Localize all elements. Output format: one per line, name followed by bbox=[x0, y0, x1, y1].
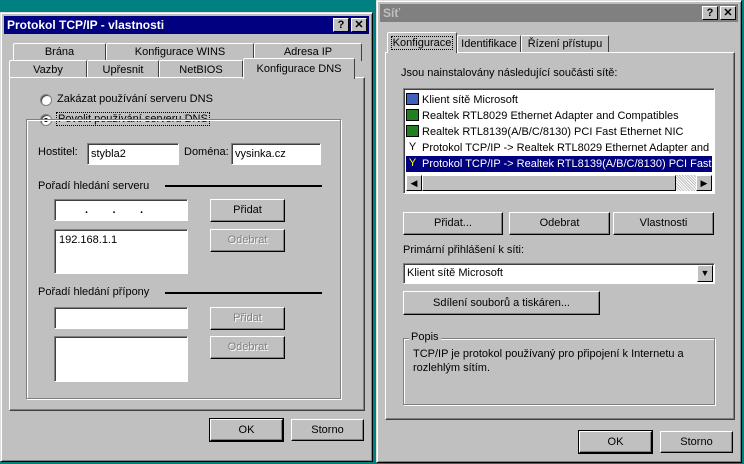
add-server-button[interactable]: Přidat bbox=[210, 199, 285, 222]
radio-disable-dns[interactable] bbox=[40, 94, 52, 106]
server-order-divider bbox=[165, 185, 322, 187]
network-dialog: Síť ? ✕ Identifikace Řízení přístupu Kon… bbox=[376, 0, 742, 463]
list-item[interactable]: Y Protokol TCP/IP -> Realtek RTL8029 Ethe… bbox=[406, 140, 712, 156]
chevron-down-icon[interactable]: ▼ bbox=[697, 265, 713, 282]
title-bar[interactable]: Protokol TCP/IP - vlastnosti ? ✕ bbox=[4, 16, 369, 34]
host-input[interactable]: stybla2 bbox=[87, 143, 179, 165]
primary-login-select[interactable]: Klient sítě Microsoft ▼ bbox=[403, 263, 715, 284]
server-order-label: Pořadí hledání serveru bbox=[38, 180, 150, 192]
add-suffix-button[interactable]: Přidat bbox=[210, 307, 285, 330]
ok-button[interactable]: OK bbox=[209, 418, 284, 442]
host-label: Hostitel: bbox=[38, 146, 78, 158]
tab-identifikace[interactable]: Identifikace bbox=[457, 35, 521, 53]
suffix-order-label: Pořadí hledání přípony bbox=[38, 286, 150, 298]
list-item[interactable]: Klient sítě Microsoft bbox=[406, 92, 712, 108]
adapter-icon bbox=[406, 109, 419, 122]
description-title: Popis bbox=[409, 331, 441, 343]
ok-button[interactable]: OK bbox=[578, 430, 653, 454]
tab-dns[interactable]: Konfigurace DNS bbox=[243, 58, 355, 79]
scroll-left-button[interactable]: ◀ bbox=[406, 175, 422, 191]
remove-server-button[interactable]: Odebrat bbox=[210, 229, 285, 252]
scroll-right-button[interactable]: ▶ bbox=[696, 175, 712, 191]
dns-server-ip-input[interactable]: . . . bbox=[54, 199, 188, 221]
file-printer-sharing-button[interactable]: Sdílení souborů a tiskáren... bbox=[403, 291, 600, 315]
properties-button[interactable]: Vlastnosti bbox=[613, 212, 714, 235]
close-button[interactable]: ✕ bbox=[720, 6, 736, 20]
list-item[interactable]: 192.168.1.1 bbox=[57, 232, 185, 248]
tab-brana[interactable]: Brána bbox=[13, 43, 106, 61]
suffix-order-divider bbox=[165, 292, 322, 294]
remove-suffix-button[interactable]: Odebrat bbox=[210, 336, 285, 359]
description-text: TCP/IP je protokol používaný pro připoje… bbox=[413, 348, 684, 374]
close-button[interactable]: ✕ bbox=[351, 18, 367, 32]
protocol-icon: Y bbox=[408, 157, 417, 170]
suffix-input[interactable] bbox=[54, 307, 188, 329]
list-item[interactable]: Realtek RTL8029 Ethernet Adapter and Com… bbox=[406, 108, 712, 124]
radio-disable-dns-label[interactable]: Zakázat používání serveru DNS bbox=[57, 93, 213, 105]
cancel-button[interactable]: Storno bbox=[291, 419, 364, 441]
client-icon bbox=[406, 93, 419, 106]
tcpip-properties-dialog: Protokol TCP/IP - vlastnosti ? ✕ Brána K… bbox=[0, 12, 373, 462]
cancel-button[interactable]: Storno bbox=[660, 431, 733, 453]
domain-input[interactable]: vysinka.cz bbox=[231, 143, 321, 165]
suffix-list[interactable] bbox=[54, 336, 188, 382]
adapter-icon bbox=[406, 125, 419, 138]
tab-konfigurace[interactable]: Konfigurace bbox=[387, 32, 457, 53]
remove-component-button[interactable]: Odebrat bbox=[509, 212, 610, 235]
primary-login-label: Primární přihlášení k síti: bbox=[403, 244, 525, 256]
title-bar[interactable]: Síť ? ✕ bbox=[380, 4, 738, 22]
help-button[interactable]: ? bbox=[702, 6, 718, 20]
protocol-icon: Y bbox=[408, 141, 417, 154]
horizontal-scrollbar[interactable]: ◀ ▶ bbox=[406, 175, 712, 191]
dns-server-list[interactable]: 192.168.1.1 bbox=[54, 229, 188, 274]
tab-access-control[interactable]: Řízení přístupu bbox=[521, 35, 609, 53]
dialog-title: Protokol TCP/IP - vlastnosti bbox=[7, 18, 165, 32]
scroll-thumb[interactable] bbox=[422, 175, 676, 191]
help-button[interactable]: ? bbox=[333, 18, 349, 32]
components-list[interactable]: Klient sítě Microsoft Realtek RTL8029 Et… bbox=[403, 88, 715, 194]
dialog-title: Síť bbox=[383, 6, 401, 20]
add-component-button[interactable]: Přidat... bbox=[403, 212, 503, 235]
list-item[interactable]: Realtek RTL8139(A/B/C/8130) PCI Fast Eth… bbox=[406, 124, 712, 140]
tab-wins[interactable]: Konfigurace WINS bbox=[106, 43, 254, 61]
components-label: Jsou nainstalovány následující součásti … bbox=[401, 67, 618, 79]
domain-label: Doména: bbox=[184, 146, 229, 158]
list-item-selected[interactable]: Y Protokol TCP/IP -> Realtek RTL8139(A/B/… bbox=[406, 156, 712, 172]
